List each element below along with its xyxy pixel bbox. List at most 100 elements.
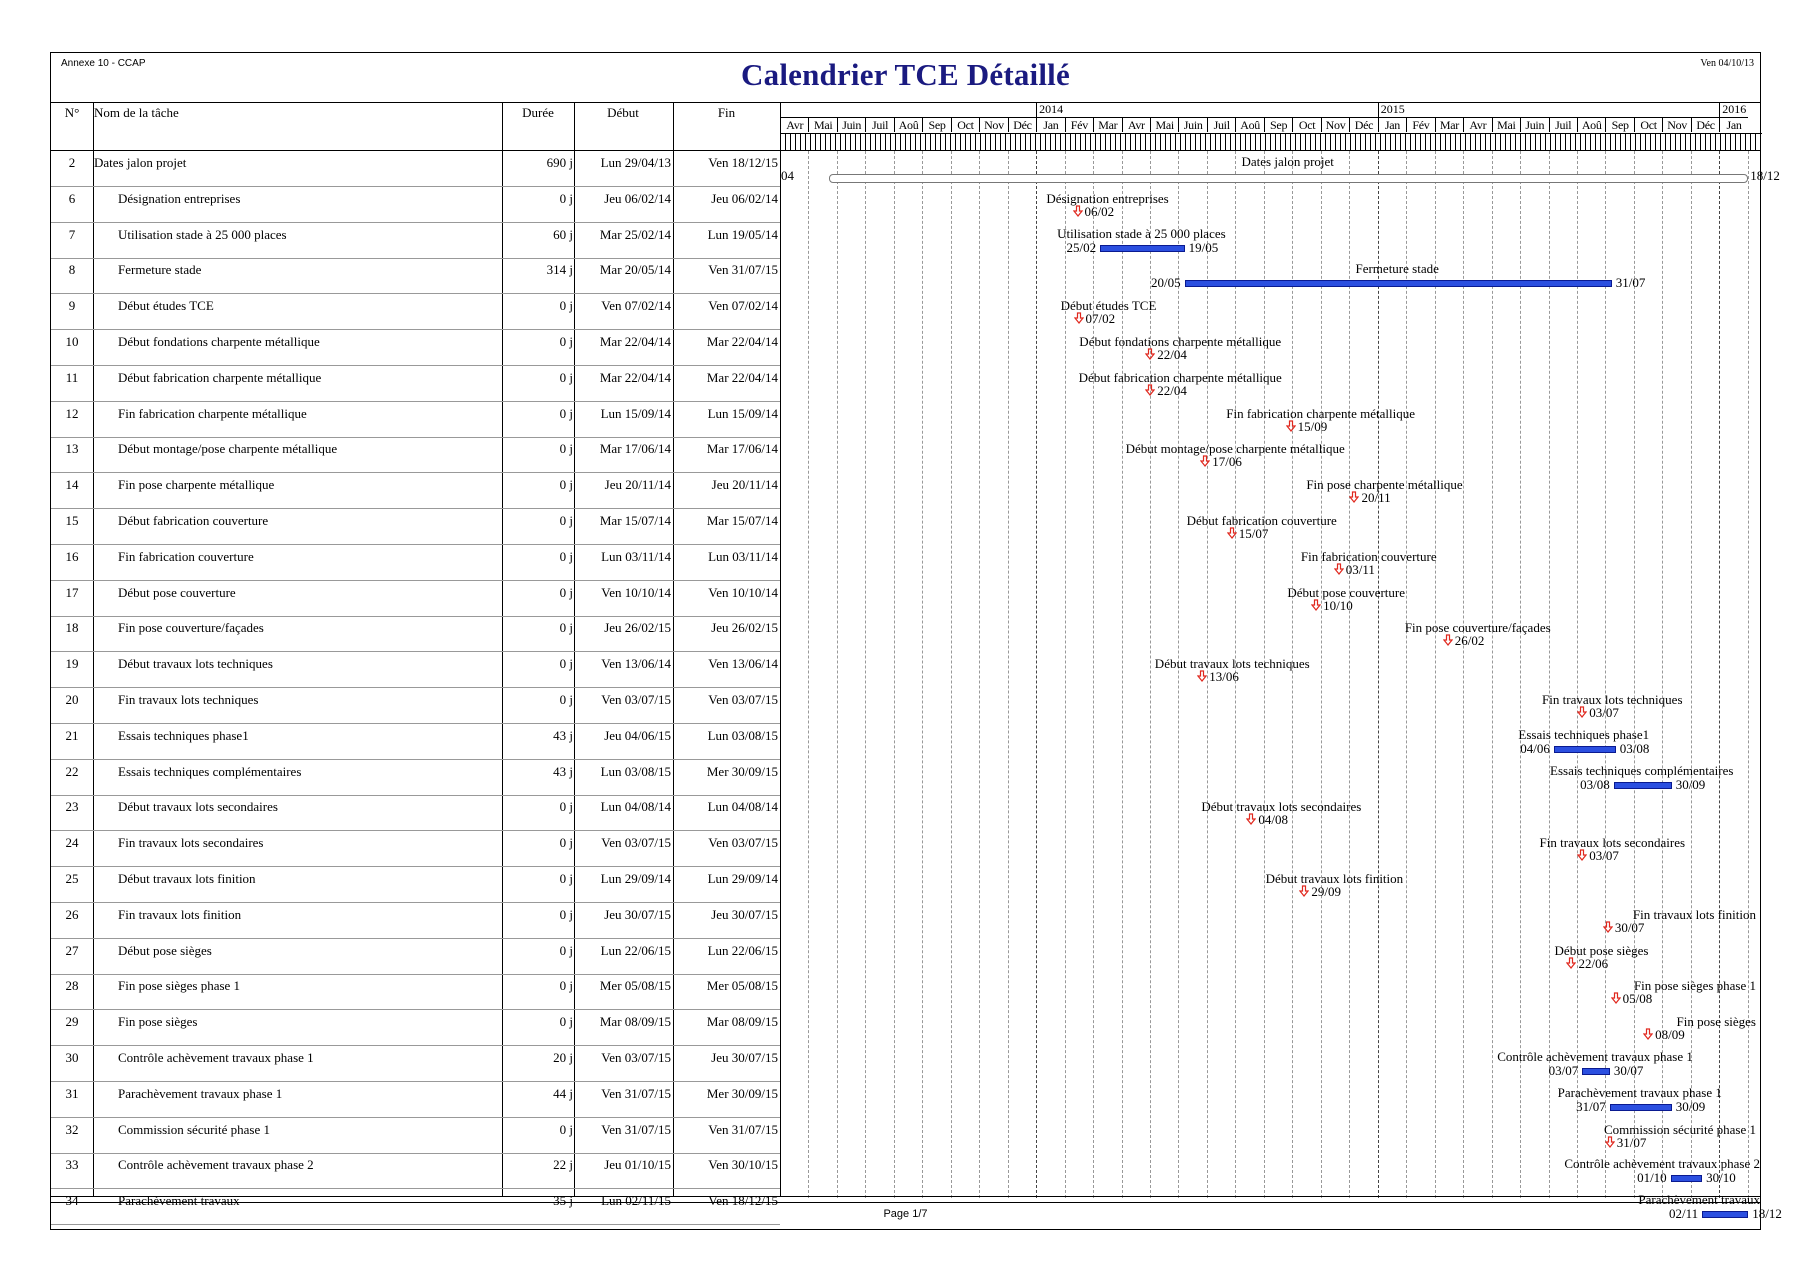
milestone-marker[interactable] (1349, 491, 1360, 504)
task-row[interactable]: 13 Début montage/pose charpente métalliqu… (51, 437, 780, 474)
col-start-header: Début (607, 105, 639, 120)
task-row[interactable]: 9 Début études TCE 0 j Ven 07/02/14 Ven 07/0… (51, 294, 780, 331)
summary-bar[interactable] (829, 174, 1749, 183)
task-start: Jeu 20/11/14 (604, 477, 671, 493)
milestone-marker[interactable] (1200, 455, 1211, 468)
task-row[interactable]: 27 Début pose sièges 0 j Lun 22/06/15 Lun 22… (51, 939, 780, 975)
task-row[interactable]: 33 Contrôle achèvement travaux phase 2 22 … (51, 1153, 780, 1190)
milestone-marker[interactable] (1577, 706, 1588, 718)
task-row[interactable]: 22 Essais techniques complémentaires 43 j L… (51, 760, 780, 796)
task-number: 23 (65, 799, 79, 815)
month-label: Nov (1662, 117, 1691, 132)
milestone-marker[interactable] (1145, 348, 1156, 360)
task-duration: 43 j (553, 727, 573, 743)
task-row[interactable]: 15 Début fabrication couverture 0 j Mar 15/… (51, 509, 780, 545)
task-row[interactable]: 2 Dates jalon projet 690 j Lun 29/04/13 Ven … (51, 151, 780, 187)
task-row[interactable]: 23 Début travaux lots secondaires 0 j Lun 0… (51, 795, 780, 832)
milestone-date: 03/11 (1345, 561, 1375, 577)
milestone-marker[interactable] (1577, 849, 1588, 862)
task-bar[interactable] (1613, 781, 1672, 789)
task-row[interactable]: 11 Début fabrication charpente métallique… (51, 366, 780, 402)
task-number: 10 (65, 334, 79, 349)
task-name: Fin fabrication charpente métallique (118, 405, 307, 421)
task-bar[interactable] (1670, 1175, 1703, 1183)
task-number: 8 (68, 262, 76, 278)
milestone-marker[interactable] (1604, 1135, 1615, 1148)
milestone-date: 15/07 (1238, 526, 1269, 541)
milestone-marker[interactable] (1299, 885, 1310, 897)
task-row[interactable]: 32 Commission sécurité phase 1 0 j Ven 31/0… (51, 1118, 780, 1154)
task-name: Essais techniques complémentaires (118, 763, 302, 779)
task-finish: Lun 19/05/14 (707, 226, 778, 242)
task-finish: Ven 07/02/14 (708, 298, 778, 314)
task-row[interactable]: 12 Fin fabrication charpente métallique 0 … (51, 402, 780, 438)
month-gridline (1690, 151, 1692, 1198)
task-finish: Lun 04/08/14 (707, 799, 778, 815)
month-gridline (1576, 151, 1578, 1198)
task-row[interactable]: 19 Début travaux lots techniques 0 j Ven 13… (51, 652, 780, 689)
task-row[interactable]: 26 Fin travaux lots finition 0 j Jeu 30/07/… (51, 903, 780, 939)
month-label: Aoû (1576, 117, 1606, 132)
task-row[interactable]: 10 Début fondations charpente métallique 0… (51, 330, 780, 366)
task-row[interactable]: 14 Fin pose charpente métallique 0 j Jeu 20… (51, 473, 780, 510)
task-row[interactable]: 18 Fin pose couverture/façades 0 j Jeu 26/0… (51, 616, 780, 653)
milestone-marker[interactable] (1333, 563, 1344, 575)
milestone-marker[interactable] (1285, 419, 1296, 432)
task-finish: Mer 05/08/15 (706, 978, 778, 994)
task-name: Fin fabrication couverture (118, 548, 254, 564)
bar-start-date: 04/06 (1520, 740, 1550, 756)
milestone-date: 17/06 (1212, 454, 1242, 470)
milestone-marker[interactable] (1072, 205, 1083, 217)
month-gridline (1036, 151, 1038, 1198)
milestone-marker[interactable] (1226, 527, 1237, 539)
task-row[interactable]: 29 Fin pose sièges 0 j Mar 08/09/15 Mar 08/0… (51, 1010, 780, 1047)
task-number: 29 (65, 1014, 79, 1030)
task-row[interactable]: 17 Début pose couverture 0 j Ven 10/10/14 Ve… (51, 581, 780, 617)
task-row[interactable]: 8 Fermeture stade 314 j Mar 20/05/14 Ven 31/… (51, 258, 780, 295)
task-number: 12 (65, 405, 79, 421)
task-row[interactable]: 30 Contrôle achèvement travaux phase 1 20 … (51, 1046, 780, 1082)
task-row[interactable]: 28 Fin pose sièges phase 1 0 j Mer 05/08/15… (51, 974, 780, 1011)
task-duration: 60 j (553, 226, 573, 242)
milestone-marker[interactable] (1442, 634, 1453, 647)
task-duration: 690 j (546, 155, 573, 170)
task-bar[interactable] (1553, 745, 1616, 753)
month-label: Déc (1007, 117, 1037, 132)
task-row[interactable]: 16 Fin fabrication couverture 0 j Lun 03/11… (51, 545, 780, 581)
task-row[interactable]: 6 Désignation entreprises 0 j Jeu 06/02/14 J… (51, 187, 780, 223)
task-duration: 0 j (559, 906, 573, 922)
task-row[interactable]: 21 Essais techniques phase1 43 j Jeu 04/06/… (51, 724, 780, 760)
task-row[interactable]: 20 Fin travaux lots techniques 0 j Ven 03/0… (51, 688, 780, 724)
task-bar[interactable] (1609, 1103, 1672, 1111)
task-bar[interactable] (1184, 280, 1612, 288)
milestone-marker[interactable] (1566, 956, 1577, 969)
task-row[interactable]: 31 Parachèvement travaux phase 1 44 j Ven 3… (51, 1082, 780, 1118)
month-gridline (1633, 151, 1635, 1198)
print-date: Ven 04/10/13 (1700, 58, 1754, 69)
milestone-marker[interactable] (1643, 1028, 1654, 1041)
task-row[interactable]: 24 Fin travaux lots secondaires 0 j Ven 03/… (51, 831, 780, 868)
task-name: Début travaux lots finition (118, 871, 256, 886)
milestone-marker[interactable] (1145, 384, 1156, 396)
milestone-marker[interactable] (1602, 921, 1613, 933)
month-gridline (1292, 151, 1294, 1198)
task-bar[interactable] (1582, 1068, 1610, 1075)
task-duration: 0 j (559, 692, 573, 707)
task-row[interactable]: 25 Début travaux lots finition 0 j Lun 29/0… (51, 867, 780, 903)
bar-end-date: 19/05 (1188, 239, 1219, 255)
year-label: 2016 (1719, 102, 1762, 117)
task-row[interactable]: 7 Utilisation stade à 25 000 places 60 j Ma… (51, 223, 780, 259)
milestone-marker[interactable] (1197, 670, 1208, 683)
month-gridline (1491, 151, 1493, 1198)
milestone-date: 10/10 (1323, 597, 1353, 613)
milestone-marker[interactable] (1073, 312, 1084, 325)
task-bar[interactable] (1100, 244, 1185, 252)
milestone-marker[interactable] (1610, 992, 1621, 1005)
task-finish: Ven 18/12/15 (708, 155, 778, 170)
task-number: 27 (65, 942, 79, 958)
milestone-marker[interactable] (1311, 598, 1322, 611)
task-start: Mar 08/09/15 (599, 1014, 671, 1030)
month-label: Avr (1121, 117, 1151, 132)
milestone-marker[interactable] (1246, 813, 1257, 826)
task-name: Fin pose couverture/façades (118, 620, 264, 636)
